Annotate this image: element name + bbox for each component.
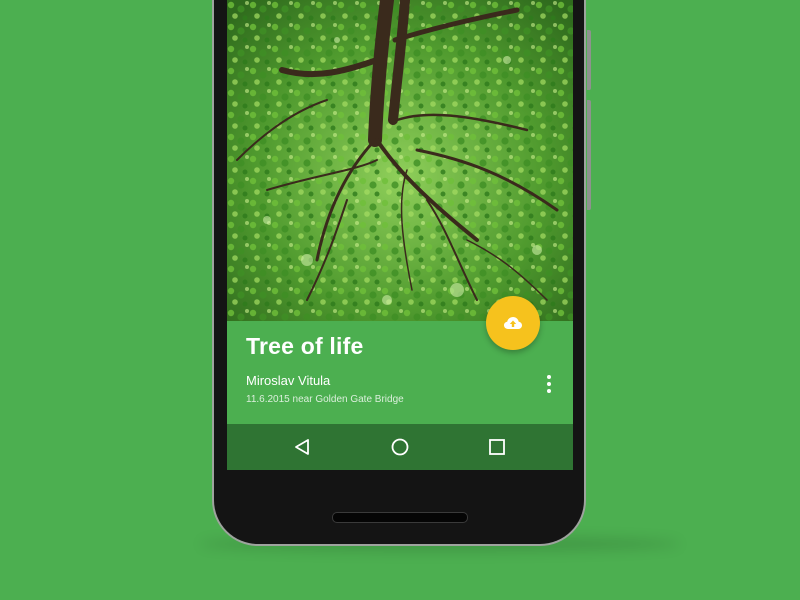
- cloud-upload-icon: [504, 317, 522, 329]
- card-title: Tree of life: [246, 333, 364, 359]
- more-dot: [547, 389, 551, 393]
- more-dot: [547, 382, 551, 386]
- android-nav-bar: [227, 424, 573, 470]
- phone-speaker: [332, 512, 468, 523]
- phone-screen: Tree of life Miroslav Vitula 11.6.2015 n…: [227, 0, 573, 470]
- card-author: Miroslav Vitula: [246, 373, 331, 388]
- phone-volume-button: [587, 100, 591, 210]
- phone-side-button: [587, 30, 591, 90]
- cloud-upload-button[interactable]: [486, 296, 540, 350]
- more-vert-icon[interactable]: [539, 373, 559, 395]
- more-dot: [547, 375, 551, 379]
- card-meta: 11.6.2015 near Golden Gate Bridge: [246, 394, 404, 405]
- home-circle-icon[interactable]: [389, 436, 411, 458]
- recents-square-icon[interactable]: [486, 436, 508, 458]
- back-triangle-icon[interactable]: [291, 436, 313, 458]
- tree-photo: [227, 0, 573, 321]
